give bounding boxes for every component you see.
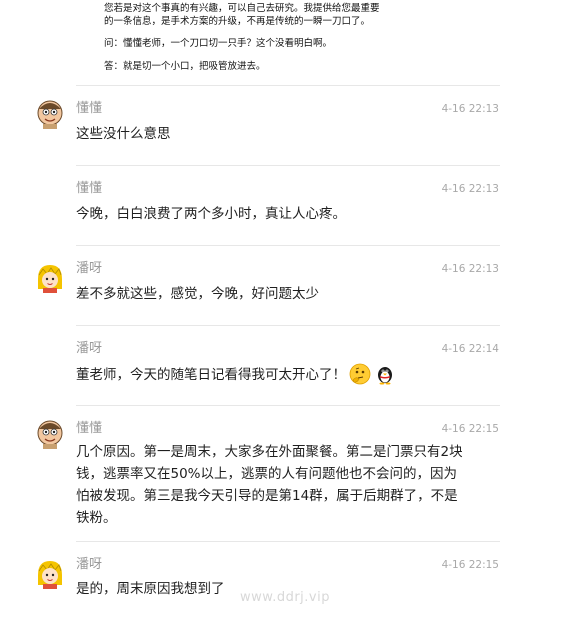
comment-time: 4-16 22:13: [441, 103, 499, 115]
dongdong-avatar-icon[interactable]: [35, 99, 65, 129]
comment-text-body: 董老师，今天的随笔日记看得我可太开心了！: [76, 367, 346, 383]
watermark: www.ddrj.vip: [240, 590, 330, 605]
comment-text: 董老师，今天的随笔日记看得我可太开心了！: [76, 363, 500, 386]
penguin-emoji-icon: [378, 367, 392, 385]
comment-divider: [76, 165, 500, 166]
panya-avatar-icon[interactable]: [35, 559, 65, 589]
comment-text-line: 钱，逃票率又在50%以上，逃票的人有问题他也不会问的，因为: [76, 466, 458, 482]
comment-time: 4-16 22:13: [441, 263, 499, 275]
excerpt-line: 的一条信息，是手术方案的升级，不再是传统的一瞬一刀口了。: [104, 15, 371, 27]
comment-divider: [76, 405, 500, 406]
comment-text-line: 几个原因。第一是周末，大家多在外面聚餐。第二是门票只有2块: [76, 444, 463, 460]
excerpt-question: 问：懂懂老师，一个刀口切一只手？这个没看明白啊。: [104, 38, 333, 49]
comment-author[interactable]: 懂懂: [76, 181, 102, 197]
comment-time: 4-16 22:15: [441, 559, 499, 571]
article-excerpt: 您若是对这个事真的有兴趣，可以自己去研究。我提供给您最重要 的一条信息，是手术方…: [104, 3, 404, 73]
comment-text: 这些没什么意思: [76, 126, 171, 142]
comment-author[interactable]: 潘呀: [76, 341, 102, 357]
comment-text-line: 怕被发现。第三是我今天引导的是第14群，属于后期群了，不是: [76, 488, 458, 504]
panya-avatar-icon[interactable]: [35, 263, 65, 293]
comment-author[interactable]: 懂懂: [76, 421, 102, 437]
comment-time: 4-16 22:15: [441, 423, 499, 435]
comment-time: 4-16 22:14: [441, 343, 499, 355]
comment-author[interactable]: 潘呀: [76, 261, 102, 277]
excerpt-line: 您若是对这个事真的有兴趣，可以自己去研究。我提供给您最重要: [104, 3, 380, 14]
comment-divider: [76, 85, 500, 86]
comment-divider: [76, 325, 500, 326]
excerpt-answer: 答：就是切一个小口，把吸管放进去。: [104, 60, 266, 72]
comment-author[interactable]: 潘呀: [76, 557, 102, 573]
comment-time: 4-16 22:13: [441, 183, 499, 195]
comment-author[interactable]: 懂懂: [76, 101, 102, 117]
comment-text: 今晚，白白浪费了两个多小时，真让人心疼。: [76, 206, 346, 222]
comment-divider: [76, 541, 500, 542]
thinking-face-emoji-icon: [349, 363, 371, 385]
comment-divider: [76, 245, 500, 246]
comment-text: 差不多就这些，感觉，今晚，好问题太少: [76, 286, 319, 302]
dongdong-avatar-icon[interactable]: [35, 419, 65, 449]
comment-text: 几个原因。第一是周末，大家多在外面聚餐。第二是门票只有2块 钱，逃票率又在50%…: [76, 441, 500, 529]
comment-text-line: 铁粉。: [76, 510, 117, 526]
